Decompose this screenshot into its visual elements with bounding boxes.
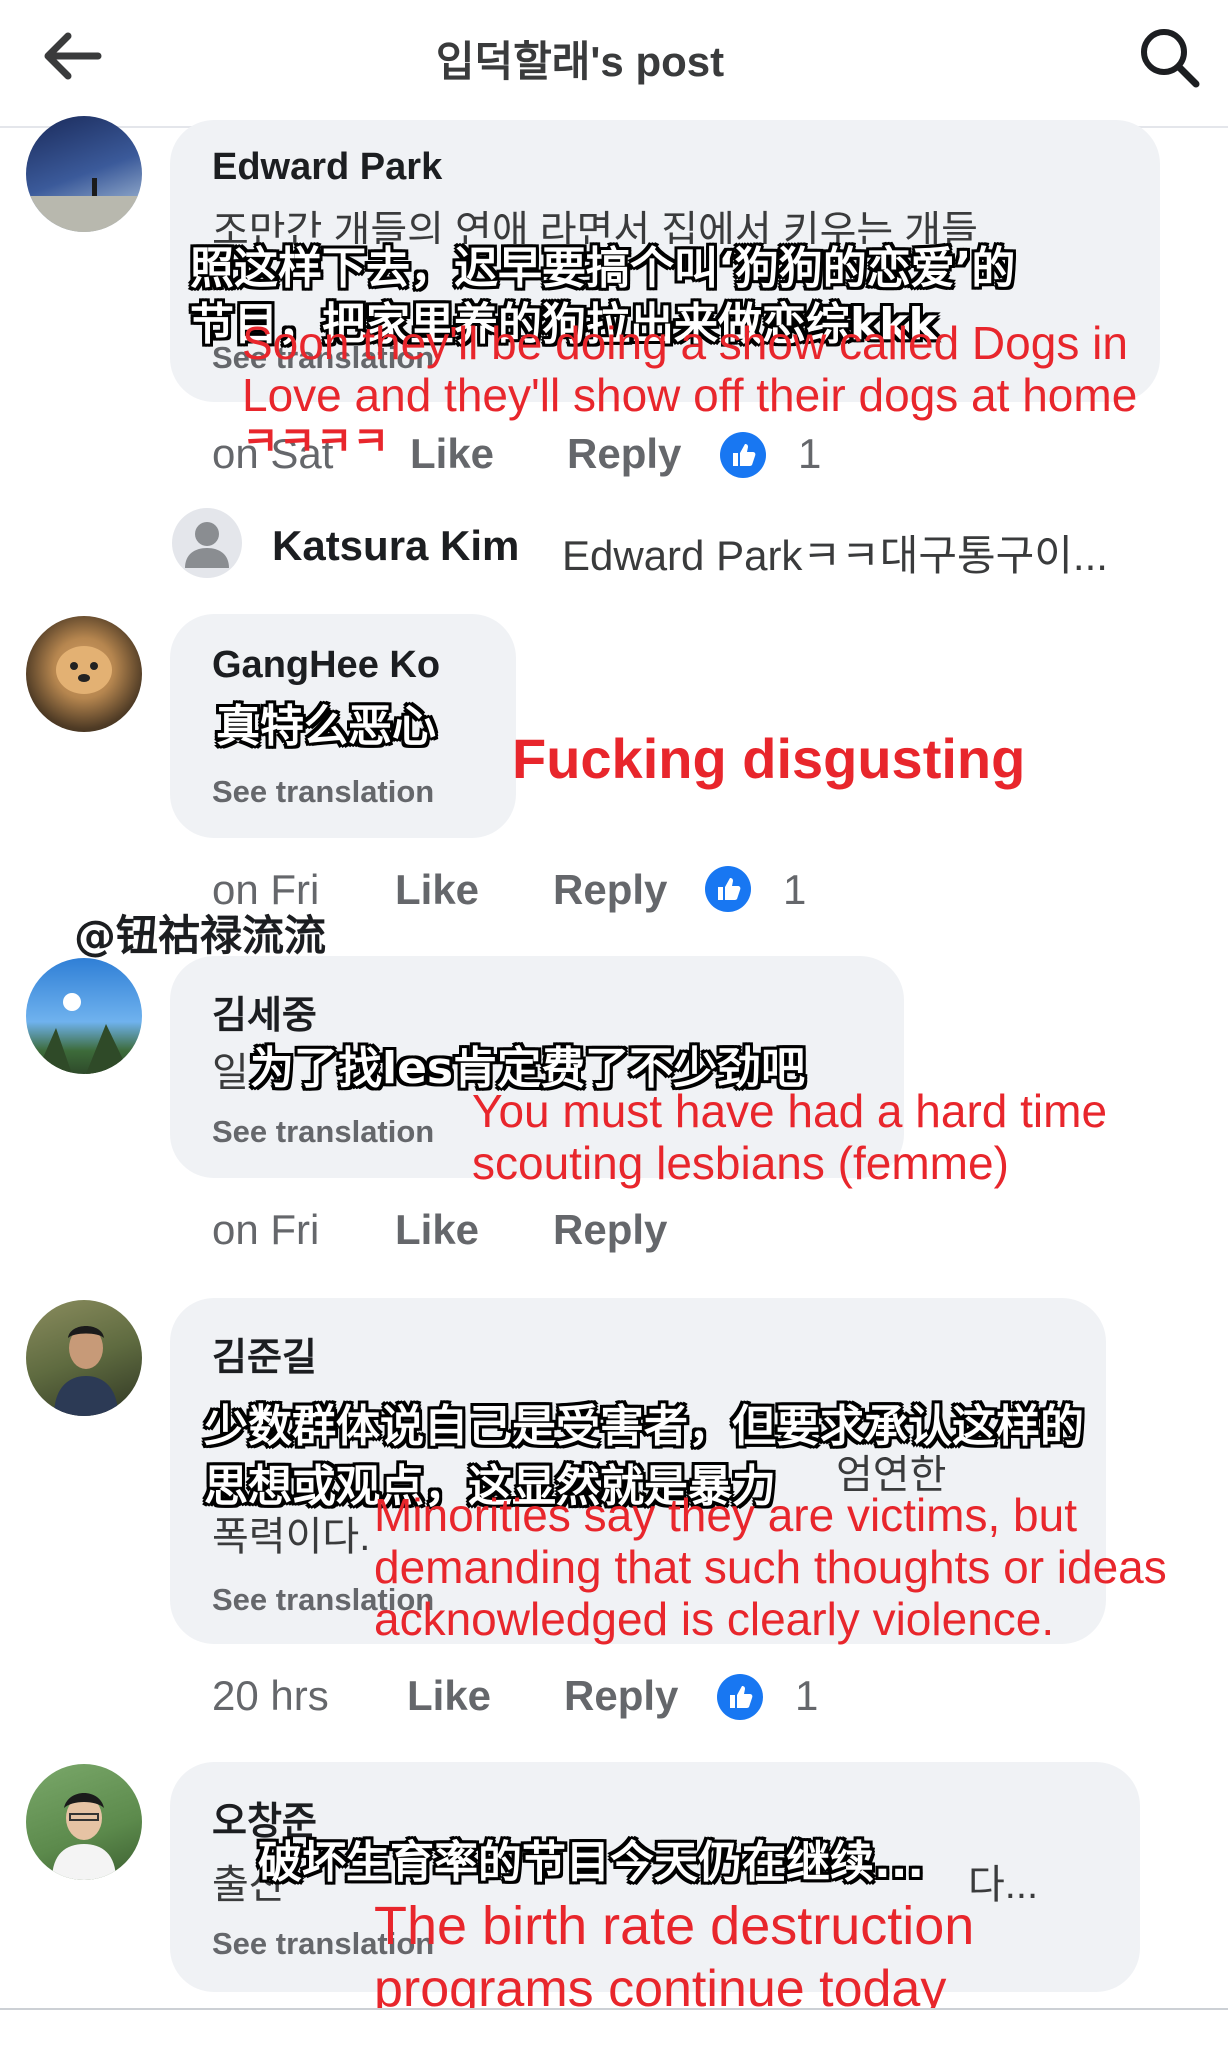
thumbs-up-icon [705,866,751,912]
avatar-image [52,1793,116,1880]
overlay-en-subtitle: scouting lesbians (femme) [472,1137,1009,1189]
comment-author[interactable]: Edward Park [212,146,442,189]
overlay-en-subtitle: Soon they'll be doing a show called Dogs… [242,317,1128,369]
overlay-en-subtitle: The birth rate destruction [374,1896,975,1956]
avatar[interactable] [26,616,142,732]
comment-author[interactable]: 김준길 [212,1326,317,1381]
comment-composer-edge [0,2008,1228,2050]
avatar[interactable] [26,958,142,1074]
see-translation-link[interactable]: See translation [212,1114,434,1150]
reply-preview-text[interactable]: Edward Parkㅋㅋ대구통구이... [562,522,1162,583]
search-icon [1141,29,1200,88]
page-title: 입덕할래's post [435,38,725,85]
thumbs-up-icon [717,1674,763,1720]
reply-button[interactable]: Reply [553,1206,667,1253]
reply-author[interactable]: Katsura Kim [272,522,519,570]
watermark-handle: @钮祜禄流流 [74,911,327,960]
comment-author[interactable]: GangHee Ko [212,644,440,687]
overlay-en-subtitle: You must have had a hard time [472,1085,1108,1137]
search-button[interactable] [1134,22,1204,92]
overlay-zh-subtitle: 破坏生育率的节目今天仍在继续... [258,1837,925,1888]
reply-button[interactable]: Reply [564,1672,678,1719]
comment-text-ellipsis: 다... [968,1863,1039,1907]
overlay-zh-subtitle: 照这样下去，迟早要搞个叫‘狗狗的恋爱’的 [190,243,1016,294]
avatar[interactable] [26,1764,142,1880]
overlay-en-subtitle: Love and they'll show off their dogs at … [242,369,1138,421]
avatar[interactable] [26,116,142,232]
overlay-en-subtitle: ㅋㅋㅋㅋ [242,420,390,464]
comment-author[interactable]: 김세중 [212,984,317,1039]
overlay-zh-subtitle: 真特么恶心 [216,701,436,752]
reaction-count: 1 [795,1672,819,1719]
reaction-count: 1 [798,430,822,477]
comment-timestamp: 20 hrs [212,1672,329,1719]
avatar-image [26,178,142,232]
see-translation-link[interactable]: See translation [212,774,434,810]
avatar-image [56,646,112,694]
overlay-en-subtitle: demanding that such thoughts or ideas [374,1541,1167,1593]
avatar-image [36,993,130,1074]
like-button[interactable]: Like [395,866,479,913]
like-button[interactable]: Like [407,1672,491,1719]
avatar[interactable] [26,1300,142,1416]
reply-button[interactable]: Reply [567,430,681,477]
reaction-count: 1 [783,866,807,913]
avatar[interactable] [172,508,242,578]
comment-timestamp: on Fri [212,1206,320,1253]
thumbs-up-icon [720,432,766,478]
like-button[interactable]: Like [410,430,494,477]
avatar-image [54,1326,118,1416]
like-button[interactable]: Like [395,1206,479,1253]
comment-text: 일 [212,1051,249,1095]
top-app-bar: 입덕할래's post [0,0,1228,128]
overlay-zh-subtitle: 少数群体说自己是受害者，但要求承认这样的 [204,1401,1084,1452]
overlay-en-subtitle: acknowledged is clearly violence. [374,1593,1055,1645]
default-user-icon [185,522,229,568]
overlay-en-subtitle: Minorities say they are victims, but [374,1489,1078,1541]
reply-button[interactable]: Reply [553,866,667,913]
overlay-en-subtitle: Fucking disgusting [512,727,1026,790]
